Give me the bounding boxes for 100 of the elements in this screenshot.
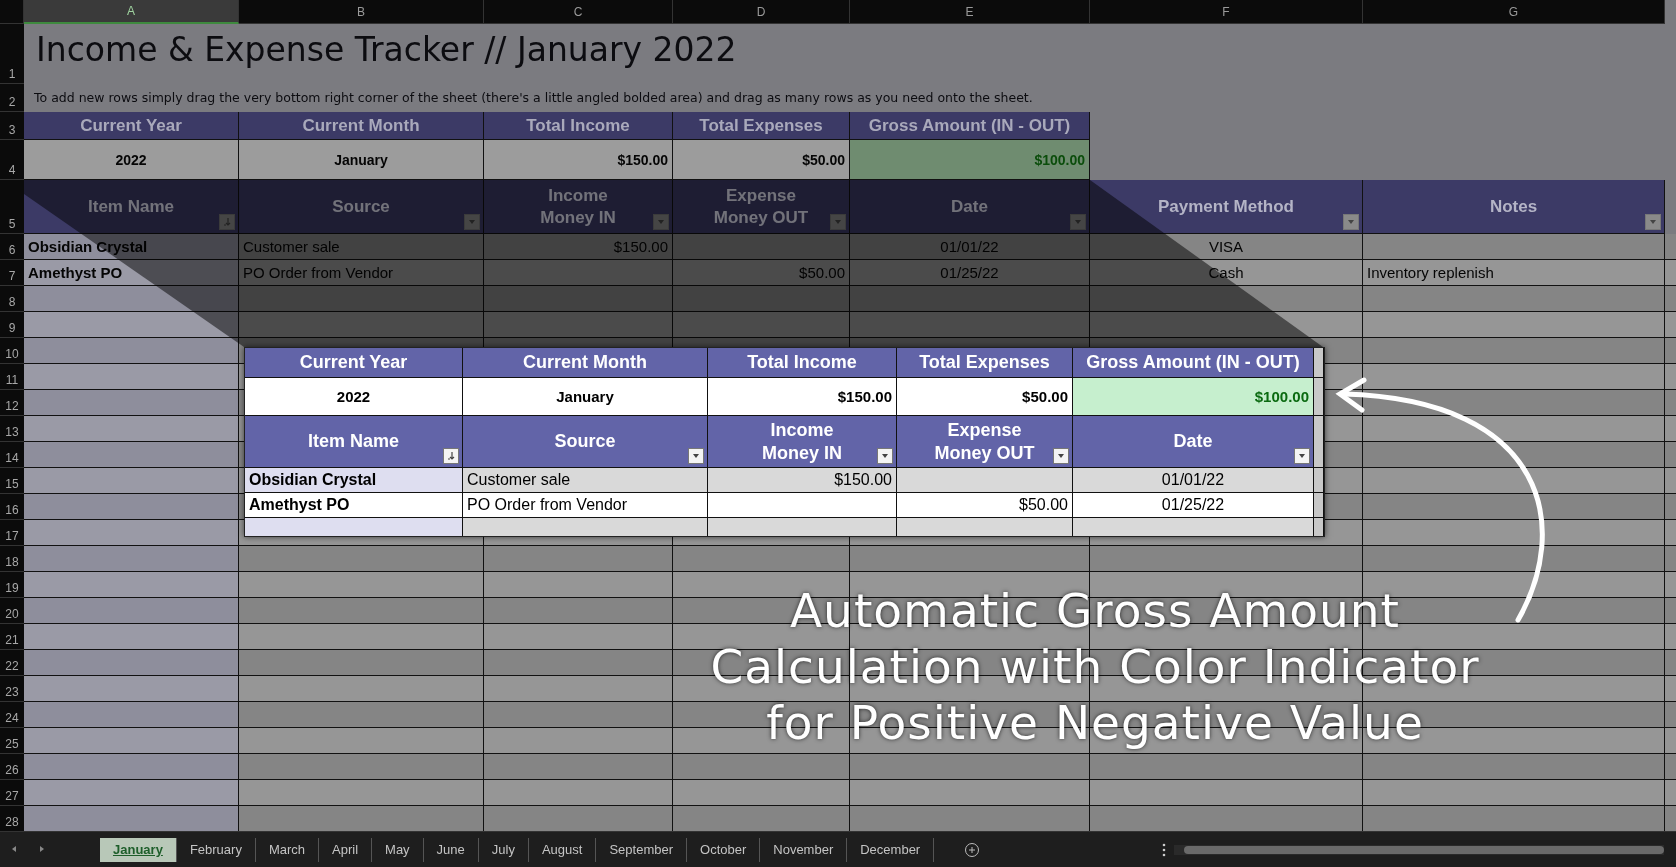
column-heading: Payment Method (1090, 180, 1363, 234)
column-letter[interactable]: G (1363, 0, 1665, 24)
row-number[interactable]: 15 (0, 468, 24, 494)
summary-value: January (239, 140, 484, 180)
column-heading: Date (1073, 416, 1314, 468)
scroll-thumb[interactable] (1184, 845, 1664, 854)
table-cell: PO Order from Vendor (463, 493, 708, 518)
row-number[interactable]: 24 (0, 702, 24, 728)
summary-value: $150.00 (708, 378, 897, 416)
summary-value: 2022 (245, 378, 463, 416)
summary-header: Current Month (239, 112, 484, 140)
filter-button[interactable] (1053, 448, 1069, 464)
row-number[interactable]: 13 (0, 416, 24, 442)
summary-value: January (463, 378, 708, 416)
column-letter[interactable]: D (673, 0, 850, 24)
row-number[interactable]: 23 (0, 676, 24, 702)
summary-header: Total Income (484, 112, 673, 140)
sheet-tab[interactable]: May (372, 837, 424, 862)
summary-value: $100.00 (850, 140, 1090, 180)
row-number[interactable]: 14 (0, 442, 24, 468)
sheet-tab[interactable]: August (528, 837, 597, 862)
row-number[interactable]: 16 (0, 494, 24, 520)
row-number[interactable]: 17 (0, 520, 24, 546)
row-number[interactable]: 27 (0, 780, 24, 806)
instructions-text: To add new rows simply drag the very bottom right corner of the sheet (there's a little angled bolded area) and drag as many rows as you need onto the sheet. (33, 89, 1034, 107)
column-heading: Income Money IN (708, 416, 897, 468)
sheet-tab[interactable]: November (760, 837, 848, 862)
table-cell: 01/25/22 (1073, 493, 1314, 518)
sheet-tab[interactable]: September (596, 837, 687, 862)
column-letter[interactable]: A (24, 0, 239, 24)
row-number[interactable]: 4 (0, 140, 24, 180)
row-number[interactable]: 21 (0, 624, 24, 650)
table-cell: $50.00 (897, 493, 1073, 518)
sheet-tab[interactable]: June (423, 837, 479, 862)
sheet-tab[interactable]: December (847, 837, 935, 862)
summary-value: $50.00 (897, 378, 1073, 416)
table-cell: Obsidian Crystal (245, 468, 463, 493)
sheet-tab[interactable]: July (478, 837, 529, 862)
row-number[interactable]: 12 (0, 390, 24, 416)
summary-value: $50.00 (673, 140, 850, 180)
summary-value: $150.00 (484, 140, 673, 180)
filter-button[interactable] (1294, 448, 1310, 464)
table-cell: Amethyst PO (245, 493, 463, 518)
row-number[interactable]: 5 (0, 180, 24, 234)
sort-icon (222, 217, 232, 227)
sheet-tab[interactable]: April (319, 837, 373, 862)
row-number[interactable]: 20 (0, 598, 24, 624)
column-letter[interactable]: B (239, 0, 484, 24)
row-number[interactable]: 7 (0, 260, 24, 286)
column-heading: Date (850, 180, 1090, 234)
column-letter[interactable]: E (850, 0, 1090, 24)
summary-header: Total Expenses (897, 348, 1073, 378)
table-cell: Amethyst PO (24, 260, 239, 286)
column-heading: Notes (1363, 180, 1665, 234)
sheet-tab[interactable]: October (687, 837, 761, 862)
table-cell: Obsidian Crystal (24, 234, 239, 260)
row-number[interactable]: 22 (0, 650, 24, 676)
table-cell: 01/01/22 (1073, 468, 1314, 493)
row-number[interactable]: 11 (0, 364, 24, 390)
row-number[interactable]: 28 (0, 806, 24, 832)
sort-icon (446, 451, 456, 461)
row-number[interactable]: 25 (0, 728, 24, 754)
column-heading: Item Name (24, 180, 239, 234)
row-number[interactable]: 10 (0, 338, 24, 364)
row-number[interactable]: 26 (0, 754, 24, 780)
row-number[interactable]: 8 (0, 286, 24, 312)
filter-button[interactable] (688, 448, 704, 464)
summary-header: Gross Amount (IN - OUT) (1073, 348, 1314, 378)
summary-header: Current Month (463, 348, 708, 378)
left-triangle-icon (10, 845, 18, 853)
column-heading: Source (463, 416, 708, 468)
row-number[interactable]: 18 (0, 546, 24, 572)
row-number[interactable]: 6 (0, 234, 24, 260)
column-heading: Source (239, 180, 484, 234)
summary-header: Current Year (245, 348, 463, 378)
summary-value: 2022 (24, 140, 239, 180)
filter-button[interactable] (877, 448, 893, 464)
summary-value: $100.00 (1073, 378, 1314, 416)
right-triangle-icon (38, 845, 46, 853)
row-number[interactable]: 9 (0, 312, 24, 338)
add-sheet-button[interactable] (964, 841, 981, 858)
summary-header: Current Year (24, 112, 239, 140)
table-cell: Customer sale (463, 468, 708, 493)
column-heading: Expense Money OUT (673, 180, 850, 234)
row-number[interactable]: 1 (0, 24, 24, 84)
sheet-tab[interactable]: February (176, 837, 256, 862)
row-number[interactable]: 19 (0, 572, 24, 598)
sheet-title: Income & Expense Tracker // January 2022 (35, 29, 738, 71)
column-heading: Expense Money OUT (897, 416, 1073, 468)
horizontal-scrollbar[interactable] (1174, 844, 1664, 855)
sort-button[interactable] (443, 448, 459, 464)
summary-header: Total Income (708, 348, 897, 378)
column-letter[interactable]: F (1090, 0, 1363, 24)
row-number[interactable]: 2 (0, 84, 24, 112)
table-cell: $150.00 (708, 468, 897, 493)
sheet-tab[interactable]: March (255, 837, 320, 862)
column-letter[interactable]: C (484, 0, 673, 24)
column-heading: Item Name (245, 416, 463, 468)
sheet-tab[interactable]: January (100, 837, 177, 862)
row-number[interactable]: 3 (0, 112, 24, 140)
